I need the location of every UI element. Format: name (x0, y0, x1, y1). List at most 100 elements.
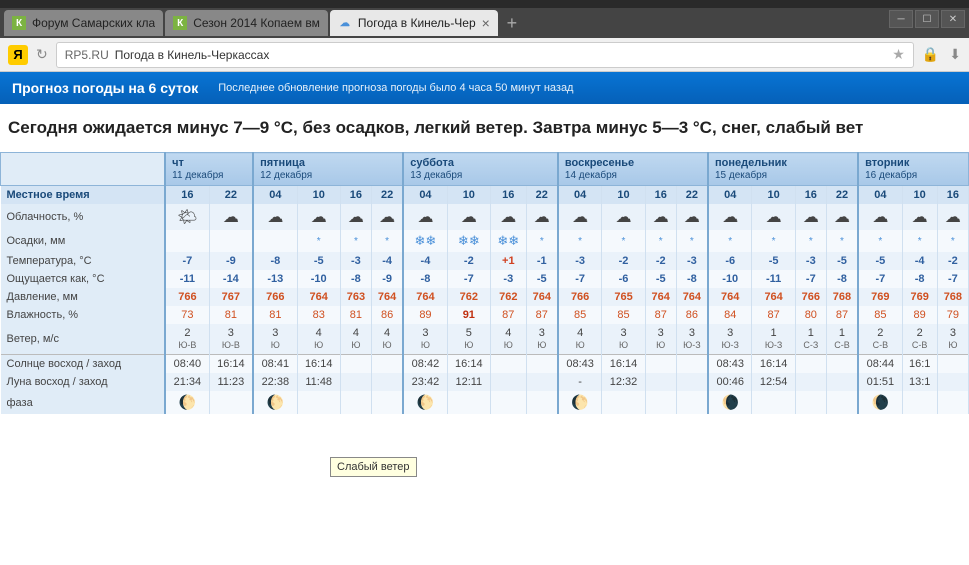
cell: 08:40 (165, 355, 209, 374)
cloud-icon: ☁ (461, 209, 477, 226)
cell: ☁ (708, 204, 752, 230)
cell: 5Ю (447, 324, 490, 355)
cell: 22:38 (253, 373, 297, 391)
cell (826, 391, 858, 414)
cell: 🌔 (558, 391, 602, 414)
cell: 764 (708, 288, 752, 306)
cell (209, 230, 253, 252)
cell: 2Ю-В (165, 324, 209, 355)
row-wind: Ветер, м/с2Ю-В3Ю-В3Ю4Ю4Ю4Ю3Ю5Ю4Ю3Ю4Ю3Ю3Ю… (1, 324, 969, 355)
cell: ☁ (795, 204, 826, 230)
tab-label: Форум Самарских кла (32, 16, 155, 30)
row-label: Влажность, % (1, 306, 166, 324)
cell: 11:48 (297, 373, 340, 391)
addr-actions: 🔒 ⬇ (922, 46, 961, 63)
refresh-icon[interactable]: ↻ (36, 46, 48, 63)
cell: * (526, 230, 558, 252)
minimize-button[interactable]: ─ (889, 10, 913, 28)
row-feels: Ощущается как, °C-11-14-13-10-8-9-8-7-3-… (1, 270, 969, 288)
cloud-icon: ☁ (912, 209, 928, 226)
row-label: Давление, мм (1, 288, 166, 306)
cell: -6 (708, 252, 752, 270)
cloud-icon: ☁ (534, 209, 550, 226)
cell (371, 355, 403, 374)
new-tab-button[interactable]: + (500, 11, 524, 35)
cell: 80 (795, 306, 826, 324)
cell (902, 391, 937, 414)
cell: -7 (858, 270, 902, 288)
cell (645, 373, 676, 391)
cell: 12:11 (447, 373, 490, 391)
close-button[interactable]: ✕ (941, 10, 965, 28)
cell (645, 355, 676, 374)
cell: ☁ (403, 204, 447, 230)
precip-icon: * (622, 236, 626, 247)
cell: -6 (602, 270, 645, 288)
cell: -3 (795, 252, 826, 270)
forecast-table: чт11 декабряпятница12 декабрясуббота13 д… (0, 152, 969, 414)
cell: 16 (340, 186, 371, 205)
cell: * (937, 230, 968, 252)
cell (826, 373, 858, 391)
address-bar: Я ↻ RP5.RU Погода в Кинель-Черкассах ★ 🔒… (0, 38, 969, 72)
cell: ☁ (752, 204, 795, 230)
row-temp: Температура, °C-7-9-8-5-3-4-4-2+1-1-3-2-… (1, 252, 969, 270)
precip-icon: * (840, 236, 844, 247)
cell: 764 (526, 288, 558, 306)
yandex-button[interactable]: Я (8, 45, 28, 65)
tab-0[interactable]: КФорум Самарских кла (4, 10, 163, 36)
cell: 766 (165, 288, 209, 306)
precip-icon: * (772, 236, 776, 247)
cell: 86 (371, 306, 403, 324)
forecast-banner: Прогноз погоды на 6 суток Последнее обно… (0, 72, 969, 104)
cell (937, 373, 968, 391)
cell (340, 391, 371, 414)
cloud-icon: ☁ (311, 209, 327, 226)
tab-icon: К (173, 16, 187, 30)
cell: 10 (297, 186, 340, 205)
cell: 3Ю-З (708, 324, 752, 355)
cell: -2 (645, 252, 676, 270)
row-label: Температура, °C (1, 252, 166, 270)
cell (676, 355, 708, 374)
tab-2[interactable]: ☁Погода в Кинель-Чер× (330, 10, 498, 36)
cell: * (826, 230, 858, 252)
cell (602, 391, 645, 414)
cell: 🌔 (253, 391, 297, 414)
day-header: понедельник15 декабря (708, 153, 858, 186)
cell: 764 (371, 288, 403, 306)
cell: 11:23 (209, 373, 253, 391)
cell (490, 391, 526, 414)
precip-icon: * (540, 236, 544, 247)
cell: ☁ (937, 204, 968, 230)
tab-close-icon[interactable]: × (482, 15, 490, 31)
moon-phase-icon: 🌔 (267, 394, 284, 410)
cell: -7 (165, 252, 209, 270)
cell: ☁ (645, 204, 676, 230)
cell: 🌤 (165, 204, 209, 230)
bookmark-icon[interactable]: ★ (892, 46, 905, 63)
maximize-button[interactable]: ☐ (915, 10, 939, 28)
url-input[interactable]: RP5.RU Погода в Кинель-Черкассах ★ (56, 42, 914, 68)
cell: 766 (558, 288, 602, 306)
cell: 87 (490, 306, 526, 324)
cell: 3Ю (253, 324, 297, 355)
cell: -4 (371, 252, 403, 270)
row-moon: Луна восход / заход21:3411:2322:3811:482… (1, 373, 969, 391)
cell (645, 391, 676, 414)
tab-icon: ☁ (338, 16, 352, 30)
cell: 10 (752, 186, 795, 205)
cell: * (297, 230, 340, 252)
download-icon[interactable]: ⬇ (949, 46, 961, 63)
cell: 1С-З (795, 324, 826, 355)
cell: 764 (676, 288, 708, 306)
cloud-icon: ☁ (872, 209, 888, 226)
cell: ☁ (826, 204, 858, 230)
cell: -14 (209, 270, 253, 288)
lock-icon[interactable]: 🔒 (922, 46, 939, 63)
tab-1[interactable]: КСезон 2014 Копаем вм (165, 10, 328, 36)
cloud-icon: ☁ (572, 209, 588, 226)
cell: 16:14 (602, 355, 645, 374)
cell: 762 (447, 288, 490, 306)
cell: 86 (676, 306, 708, 324)
